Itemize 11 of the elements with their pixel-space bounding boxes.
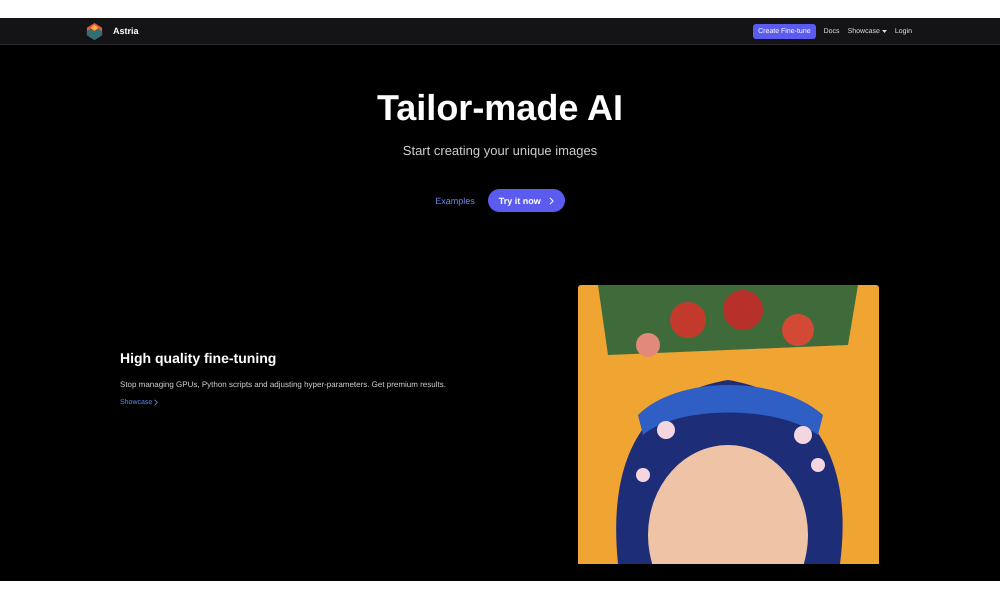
feature-description: Stop managing GPUs, Python scripts and adjusting hyper-parameters. Get premium results.	[120, 380, 446, 389]
chevron-right-icon	[548, 196, 554, 204]
feature-title: High quality fine-tuning	[120, 350, 278, 366]
try-it-now-button[interactable]: Try it now	[488, 189, 565, 212]
logo-icon[interactable]	[85, 22, 104, 40]
hero-title: Tailor-made AI	[376, 87, 624, 129]
examples-link[interactable]: Examples	[435, 196, 475, 206]
chevron-right-icon	[154, 399, 158, 406]
brand-name[interactable]: Astria	[113, 26, 139, 36]
hero-subtitle: Start creating your unique images	[402, 143, 598, 158]
caret-icon	[882, 30, 887, 32]
